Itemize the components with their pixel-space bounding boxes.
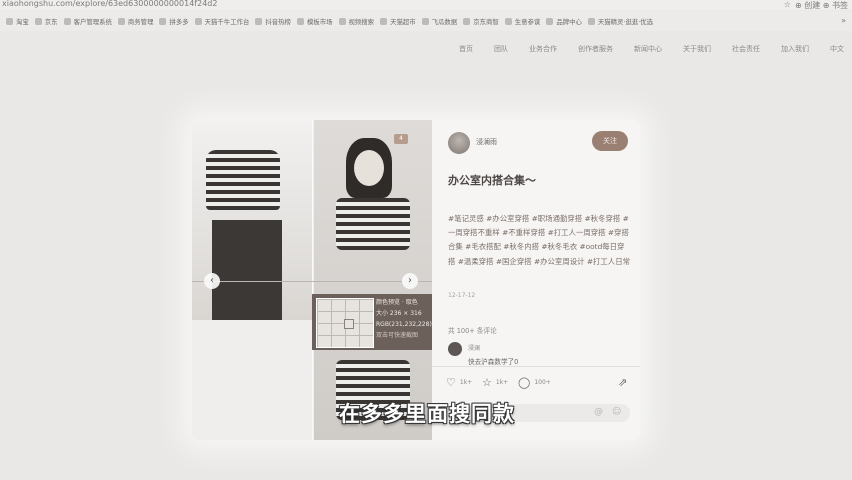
url-text[interactable]: xiaohongshu.com/explore/63ed630000000001… (2, 0, 217, 8)
face (354, 150, 384, 186)
emoji-icon[interactable]: ☺ (612, 407, 621, 417)
profile-menu[interactable]: ⊕ 创建 ⊕ 书签 (795, 0, 848, 11)
bookmark-icon (194, 17, 202, 25)
post-date: 12-17-12 (448, 292, 476, 299)
bookmark-item[interactable]: 客户管理系统 (63, 17, 112, 26)
collect-button[interactable]: ☆ 1k+ (482, 376, 508, 389)
comment-button[interactable]: ◯ 100+ (518, 376, 551, 389)
striped-vest (336, 198, 410, 250)
follow-button[interactable]: 关注 (592, 131, 628, 151)
share-button[interactable]: ⇗ (618, 376, 631, 389)
bookmark-icon (421, 17, 429, 25)
video-subtitle: 在多多里面搜同款 (339, 402, 515, 426)
bookmark-item[interactable]: 生意参谋 (504, 17, 540, 26)
guide-line (192, 281, 432, 282)
photo-carousel[interactable]: 4 ‹ › 颜色预览 · 取色 大小 236 × 316 RGB(231,232… (192, 120, 432, 440)
note-detail-panel: 浸澜雨 关注 办公室内搭合集～ #笔记灵感 #办公室穿搭 #职场通勤穿搭 #秋冬… (432, 120, 640, 440)
site-nav: 首页 团队 业务合作 创作者服务 新闻中心 关于我们 社会责任 加入我们 中文 (438, 44, 844, 54)
bookmark-icon (587, 17, 595, 25)
action-bar: ♡ 1k+ ☆ 1k+ ◯ 100+ ⇗ (446, 376, 636, 390)
magnifier-preview (316, 298, 374, 348)
nav-business[interactable]: 业务合作 (529, 44, 557, 54)
bookmark-icon (504, 17, 512, 25)
browser-controls: ☆ ⊕ 创建 ⊕ 书签 (784, 0, 848, 11)
share-icon: ⇗ (618, 376, 628, 389)
bookmark-item[interactable]: 天猫千牛工作台 (194, 17, 249, 26)
next-arrow-icon[interactable]: › (402, 273, 418, 289)
bookmarks-bar: 淘宝 京东 客户管理系统 商务管理 拼多多 天猫千牛工作台 抖音热榜 模板市场 … (0, 11, 852, 31)
bookmark-icon (546, 17, 554, 25)
bookmark-icon (34, 17, 42, 25)
picker-info: 颜色预览 · 取色 大小 236 × 316 RGB(231,232,228) … (376, 297, 432, 341)
star-icon: ☆ (482, 376, 492, 389)
bookmarks-more-icon[interactable]: » (841, 16, 846, 25)
bookmark-icon (63, 17, 71, 25)
bookmark-icon (338, 17, 346, 25)
nav-home[interactable]: 首页 (459, 44, 473, 54)
bookmark-item[interactable]: 天猫超市 (380, 17, 416, 26)
picker-size: 大小 236 × 316 (376, 310, 422, 317)
bookmark-item[interactable]: 京东 (34, 17, 58, 26)
bookmark-icon (117, 17, 125, 25)
comments-count: 共 100+ 条评论 (448, 327, 497, 335)
bookmark-item[interactable]: 品牌中心 (546, 17, 582, 26)
bookmark-item[interactable]: 商务管理 (117, 17, 153, 26)
picker-title: 颜色预览 · 取色 (376, 299, 418, 306)
post-title: 办公室内搭合集～ (448, 174, 536, 187)
nav-creator[interactable]: 创作者服务 (578, 44, 613, 54)
post-body: #笔记灵感 #办公室穿搭 #职场通勤穿搭 #秋冬穿搭 #一周穿搭不重样 #不重样… (448, 214, 630, 266)
color-picker-tooltip: 颜色预览 · 取色 大小 236 × 316 RGB(231,232,228) … (312, 294, 432, 350)
bookmark-item[interactable]: 拼多多 (159, 17, 189, 26)
author-avatar[interactable] (448, 132, 470, 154)
nav-join[interactable]: 加入我们 (781, 44, 809, 54)
photo-left (192, 120, 312, 320)
photo-divider (312, 120, 313, 440)
nav-language[interactable]: 中文 (830, 44, 844, 54)
picker-rgb: RGB(231,232,228) (376, 321, 432, 328)
author-name[interactable]: 浸澜雨 (476, 137, 497, 147)
photo-tag: 4 (394, 134, 408, 144)
bookmark-item[interactable]: 京东商智 (463, 17, 499, 26)
bookmark-star-icon[interactable]: ☆ (784, 0, 791, 11)
striped-vest (206, 150, 280, 210)
comment-bubble-icon: ◯ (518, 376, 531, 389)
nav-news[interactable]: 新闻中心 (634, 44, 662, 54)
like-button[interactable]: ♡ 1k+ (446, 376, 472, 389)
bookmark-item[interactable]: 模板市场 (296, 17, 333, 26)
picker-hint: 双击可快速截图 (376, 332, 419, 339)
bookmark-item[interactable]: 飞瓜数据 (421, 17, 457, 26)
bookmark-item[interactable]: 视频搜索 (338, 17, 374, 26)
bookmark-icon (463, 17, 471, 25)
skirt (212, 220, 282, 320)
nav-responsibility[interactable]: 社会责任 (732, 44, 760, 54)
nav-about[interactable]: 关于我们 (683, 44, 711, 54)
bookmark-icon (255, 17, 263, 25)
note-modal: 4 ‹ › 颜色预览 · 取色 大小 236 × 316 RGB(231,232… (192, 120, 640, 440)
heart-icon: ♡ (446, 376, 456, 389)
bookmark-icon (380, 17, 388, 25)
bookmark-icon (6, 17, 13, 25)
commenter-avatar[interactable] (448, 342, 462, 356)
prev-arrow-icon[interactable]: ‹ (204, 273, 220, 289)
divider (432, 366, 640, 367)
nav-team[interactable]: 团队 (494, 44, 508, 54)
commenter-name[interactable]: 浸澜 (468, 343, 480, 352)
comment-text: 快去沪森数学了0 (468, 358, 519, 366)
bookmark-icon (296, 17, 304, 25)
bookmark-item[interactable]: 淘宝 (6, 17, 29, 26)
bookmark-item[interactable]: 天猫精灵·逛逛·优选 (587, 17, 653, 26)
bookmark-item[interactable]: 抖音热榜 (255, 17, 291, 26)
address-bar[interactable]: xiaohongshu.com/explore/63ed630000000001… (0, 0, 852, 10)
mention-icon[interactable]: @ (594, 407, 603, 417)
magnifier-center (344, 319, 354, 329)
bookmark-icon (159, 17, 167, 25)
